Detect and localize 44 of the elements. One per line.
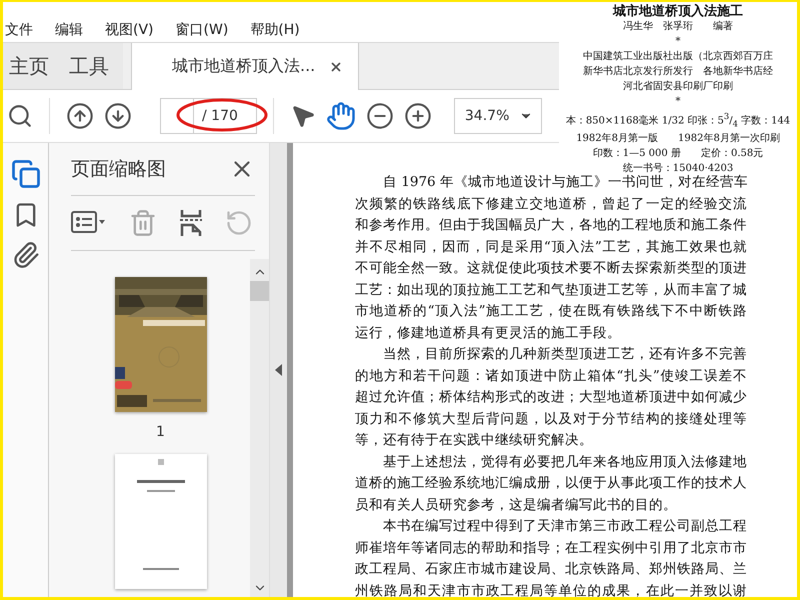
text-line: 师崔培年等诸同志的帮助和指导；在工程实例中引用了北京市市 bbox=[355, 538, 747, 558]
tab-title: 城市地道桥顶入法... bbox=[172, 56, 316, 77]
menu-item[interactable]: 编辑 bbox=[55, 21, 83, 39]
menu-item[interactable]: 文件 bbox=[5, 21, 33, 39]
text-line: 本书在编写过程中得到了天津市第三市政工程公司副总工程 bbox=[382, 517, 747, 536]
text-line: 印数：1—5 000 册 定价：0.58元 bbox=[592, 146, 764, 162]
text-line: 的地方和若干问题：诸如顶进中防止箱体“扎头”使竣工误差不 bbox=[355, 366, 747, 386]
text-line: 政工程局、石家庄市城市建设局、北京铁路局、郑州铁路局、兰 bbox=[355, 560, 747, 579]
text-line: 冯生华 张孚珩 编著 bbox=[623, 20, 733, 34]
text-line: 员和有关人员研究参考，这是编者编写此书的目的。 bbox=[355, 496, 678, 514]
text-line: 和参考作用。但由于我国幅员广大，各地的工程地质和施工条件 bbox=[355, 216, 747, 235]
text-line: 当然，目前所探索的几种新类型顶进工艺，还有许多不完善 bbox=[382, 345, 747, 364]
text-line: 道桥的施工经验系统地汇编成册，以便于从事此项工作的技术人 bbox=[355, 474, 747, 493]
page-count: / 170 bbox=[194, 98, 257, 134]
text-line: 不可能全然一致。这就促使此项技术要不断去探索新类型的顶进 bbox=[355, 259, 747, 278]
text-line: 自 1976 年《城市地道设计与施工》一书问世，对在经营车 bbox=[382, 173, 747, 192]
nav-tab[interactable]: 工具 bbox=[63, 43, 123, 89]
text-line: 基于上述想法，觉得有必要把几年来各地应用顶入法修建地 bbox=[382, 452, 747, 472]
text-line: 次频繁的铁路线底下修建立交地道桥，曾起了一定的经验交流 bbox=[355, 194, 747, 214]
text-line: 新华书店北京发行所发行 各地新华书店经 bbox=[583, 64, 773, 79]
zoom-dropdown[interactable]: 34.7% bbox=[454, 98, 542, 134]
text-line: 工艺：如出现的顶拉施工工艺和气垫顶进工艺等，从而丰富了城 bbox=[355, 280, 747, 300]
text-line: 1982年8月第一版 1982年8月第一次印刷 bbox=[576, 132, 780, 146]
text-line: 州铁路局和天津市市政工程局等单位的成果，在此一并致以谢 bbox=[355, 582, 747, 597]
menu-item[interactable]: 窗口(W) bbox=[176, 21, 228, 39]
text-line: * bbox=[676, 35, 680, 49]
document-tab[interactable]: 城市地道桥顶入法... bbox=[131, 43, 359, 90]
text-line: 超过允许值；桥体结构形式的改进；大型地道桥顶进中如何减少 bbox=[355, 388, 747, 407]
text-line: * bbox=[676, 95, 680, 109]
menu-item[interactable]: 帮助(H) bbox=[250, 21, 300, 39]
text-line: 河北省固安县印刷厂印刷 bbox=[623, 80, 733, 94]
menu-item[interactable]: 视图(V) bbox=[105, 21, 154, 39]
book-title: 城市地道桥顶入法施工 bbox=[613, 4, 743, 19]
text-line: 并不尽相同，因而，同是采用“顶入法”工艺，其施工效果也就 bbox=[355, 238, 747, 256]
text-line: 运行，修建地道桥具有更灵活的施工手段。 bbox=[355, 324, 622, 342]
text-line: 市地道桥的“顶入法”施工工艺，使在既有铁路线下不中断铁路 bbox=[355, 302, 747, 321]
nav-tab[interactable]: 主页 bbox=[3, 43, 63, 89]
text-line: 中国建筑工业出版社出版（北京西郊百万庄 bbox=[583, 50, 773, 64]
text-line: 等，还有待于在实践中继续研究解决。 bbox=[355, 431, 594, 450]
text-line: 统一书号：15040·4203 bbox=[622, 162, 734, 174]
text-line: 顶力和不修筑大型后背问题，以及对于分节结构的接缝处理等 bbox=[355, 410, 747, 428]
text-line: 本：850×1168毫米 1/32 印张：5$^{3}$/$_{4}$ 字数：144 bbox=[566, 110, 790, 130]
panel-title: 页面缩略图 bbox=[71, 157, 166, 182]
page-number: 1 bbox=[156, 424, 165, 440]
